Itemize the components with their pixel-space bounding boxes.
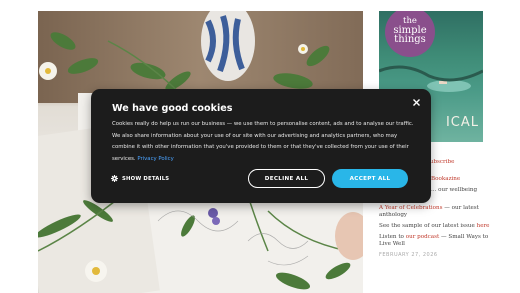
celebrations-link[interactable]: A Year of Celebrations	[379, 205, 443, 211]
close-button[interactable]	[409, 95, 423, 109]
bookazine-link[interactable]: Bookazine	[431, 176, 460, 182]
cookie-title: We have good cookies	[112, 103, 233, 114]
show-details-button[interactable]: SHOW DETAILS	[111, 175, 169, 182]
cookie-consent-dialog: We have good cookies Cookies really do h…	[91, 89, 431, 203]
cookie-body: Cookies really do help us run our busine…	[112, 119, 417, 165]
privacy-policy-link[interactable]: Privacy Policy	[137, 156, 173, 162]
gear-icon	[111, 175, 118, 182]
post-date: FEBRUARY 27, 2026	[379, 252, 438, 258]
subscribe-link[interactable]: subscribe	[427, 159, 454, 165]
sample-link[interactable]: here	[477, 223, 490, 229]
close-icon	[412, 98, 420, 106]
decline-all-button[interactable]: DECLINE ALL	[248, 169, 325, 188]
podcast-text: Listen to	[379, 234, 406, 240]
accept-all-button[interactable]: ACCEPT ALL	[332, 169, 408, 188]
magazine-cover-word: ICAL	[445, 115, 479, 130]
podcast-link[interactable]: our podcast	[406, 234, 440, 240]
sidebar-text: ... our wellbeing	[431, 187, 478, 193]
sample-text: See the sample of our latest issue	[379, 223, 475, 229]
show-details-label: SHOW DETAILS	[122, 175, 170, 182]
